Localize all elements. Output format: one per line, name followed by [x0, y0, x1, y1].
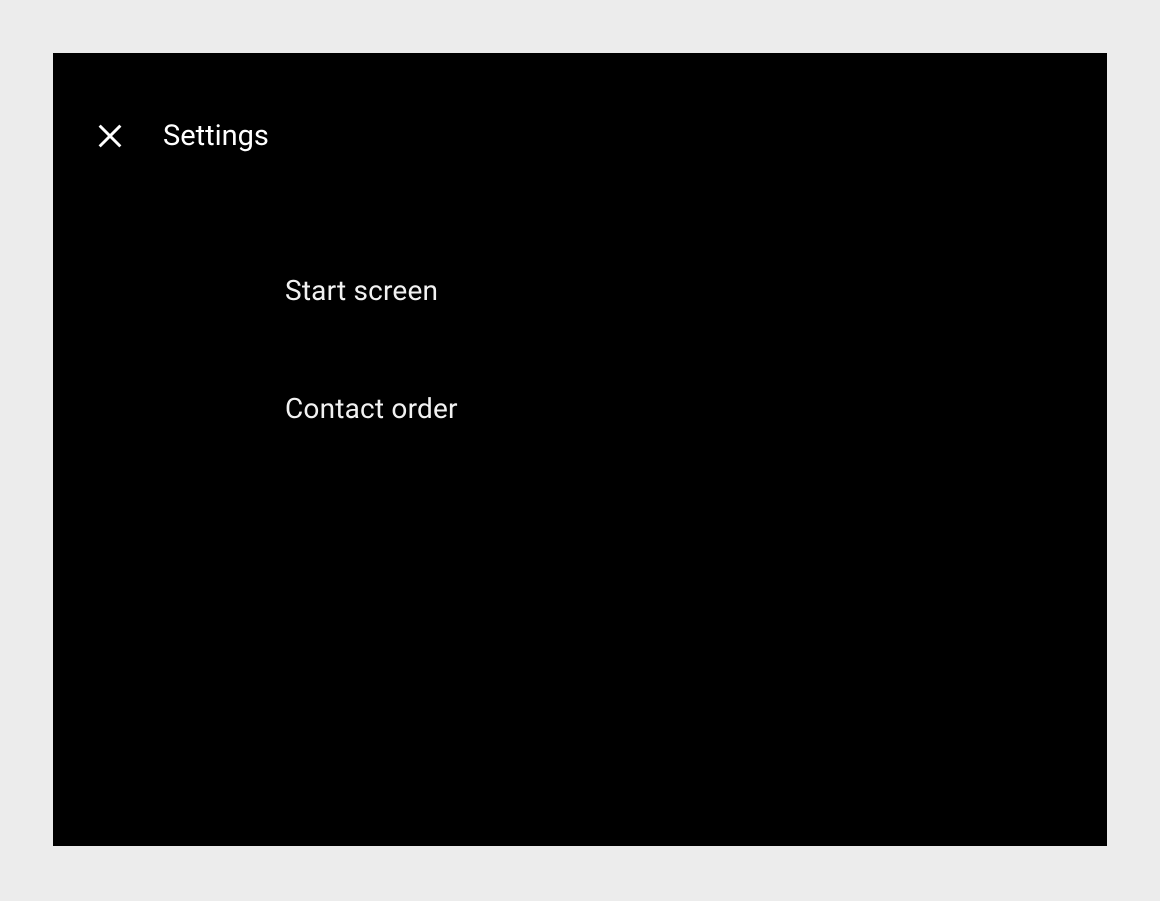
close-button[interactable]: [89, 115, 131, 157]
page-title: Settings: [163, 119, 269, 153]
settings-header: Settings: [53, 53, 1107, 157]
settings-item-label: Contact order: [285, 392, 458, 425]
settings-list: Start screen Contact order: [53, 157, 1107, 467]
close-icon: [96, 122, 124, 150]
settings-item-label: Start screen: [285, 274, 438, 307]
settings-panel: Settings Start screen Contact order: [53, 53, 1107, 846]
settings-item-start-screen[interactable]: Start screen: [53, 231, 1107, 349]
settings-item-contact-order[interactable]: Contact order: [53, 349, 1107, 467]
